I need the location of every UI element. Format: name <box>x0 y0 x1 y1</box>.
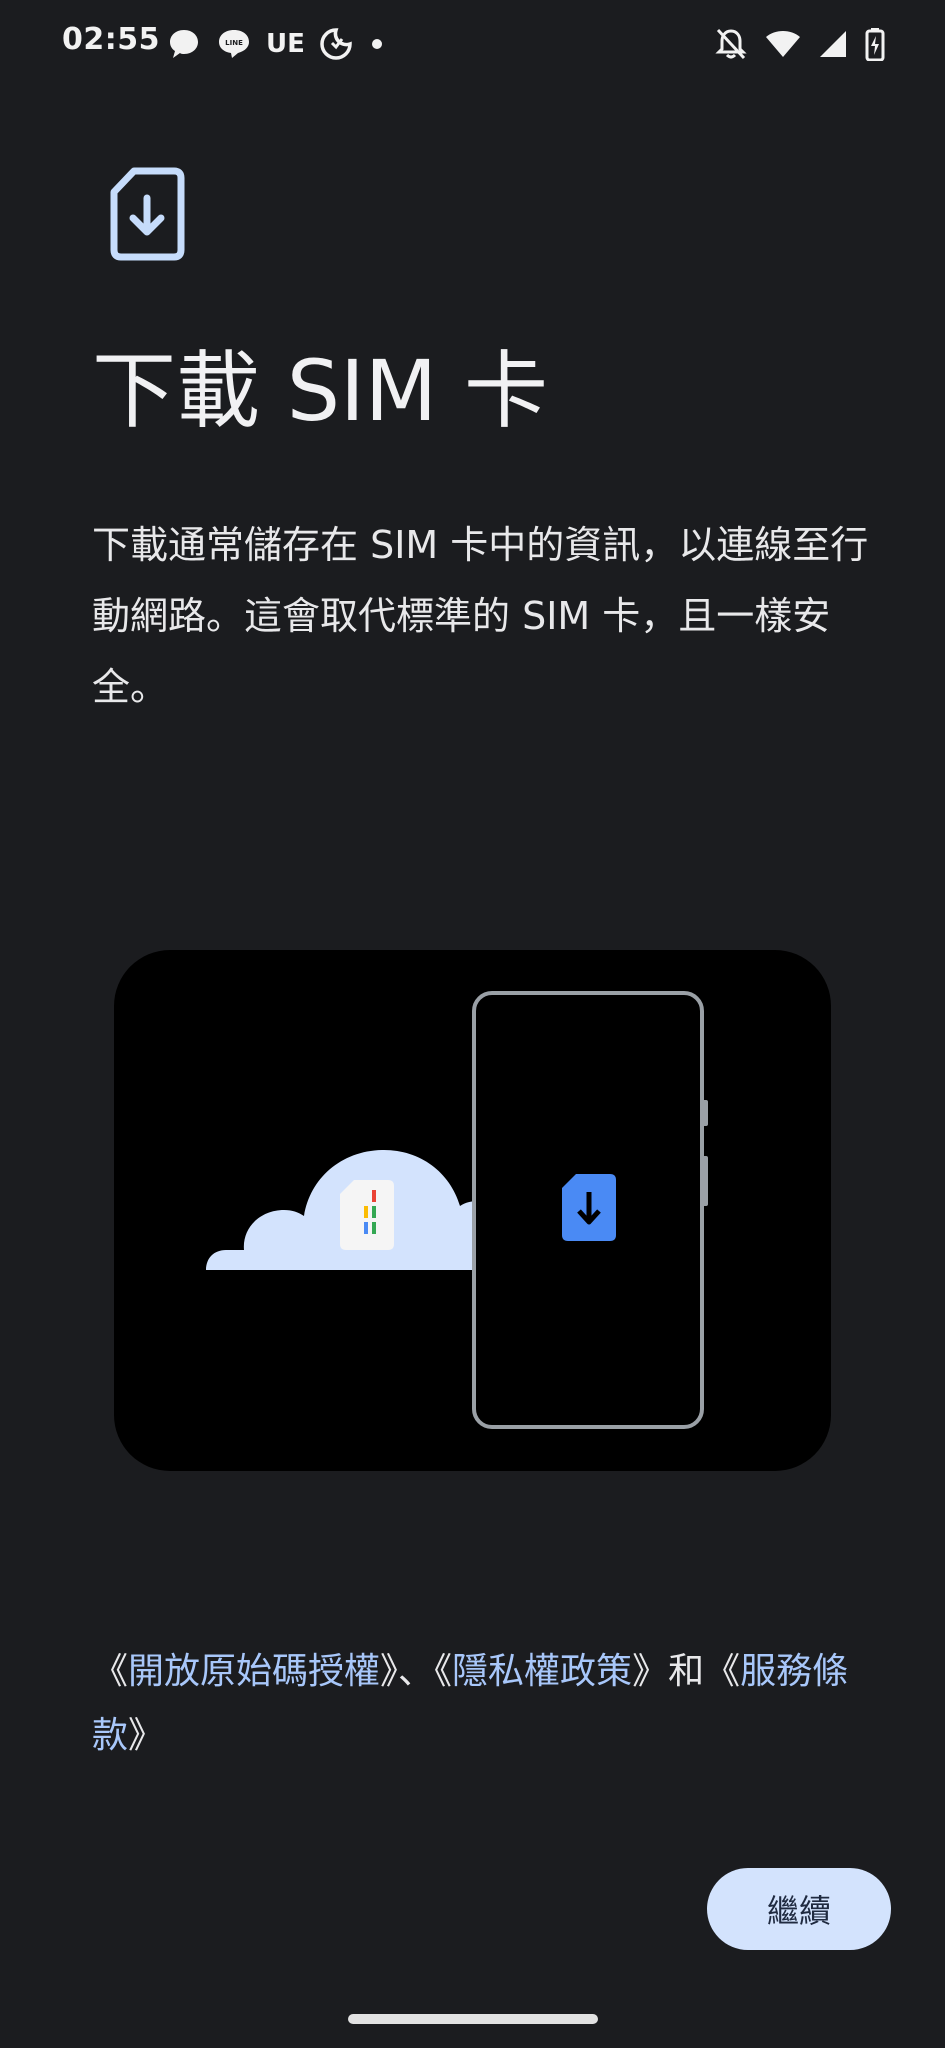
cellular-signal-icon <box>819 29 847 59</box>
esim-illustration <box>114 950 831 1471</box>
status-left-icons: LINE UE <box>166 24 387 64</box>
carrier-text-icon: UE <box>266 29 305 59</box>
open-source-licenses-link[interactable]: 開放原始碼授權 <box>128 1651 380 1692</box>
battery-charging-icon <box>865 27 885 61</box>
chat-bubble-icon <box>166 27 202 61</box>
sim-download-icon <box>108 166 186 262</box>
sim-card-icon <box>340 1180 394 1250</box>
status-bar: 02:55 LINE UE <box>0 0 945 90</box>
do-not-disturb-moon-icon <box>319 27 353 61</box>
legal-bracket: 》 <box>128 1715 165 1756</box>
sim-download-icon <box>562 1174 616 1241</box>
status-time: 02:55 <box>62 22 160 57</box>
legal-separator: 》、《 <box>380 1651 453 1692</box>
notification-dot-icon <box>367 34 387 54</box>
page-title: 下載 SIM 卡 <box>92 342 548 440</box>
legal-links: 《開放原始碼授權》、《隱私權政策》和《服務條款》 <box>92 1640 872 1768</box>
continue-button[interactable]: 繼續 <box>707 1868 891 1950</box>
legal-separator: 》和《 <box>632 1651 741 1692</box>
description-text: 下載通常儲存在 SIM 卡中的資訊，以連線至行動網路。這會取代標準的 SIM 卡… <box>92 523 869 709</box>
privacy-policy-link[interactable]: 隱私權政策 <box>452 1651 632 1692</box>
silent-bell-off-icon <box>715 27 747 61</box>
wifi-icon <box>765 29 801 59</box>
status-right-icons <box>715 26 885 62</box>
svg-text:LINE: LINE <box>225 39 243 47</box>
line-app-icon: LINE <box>216 27 252 61</box>
gesture-navigation-bar[interactable] <box>348 2014 598 2024</box>
legal-bracket: 《 <box>92 1651 129 1692</box>
